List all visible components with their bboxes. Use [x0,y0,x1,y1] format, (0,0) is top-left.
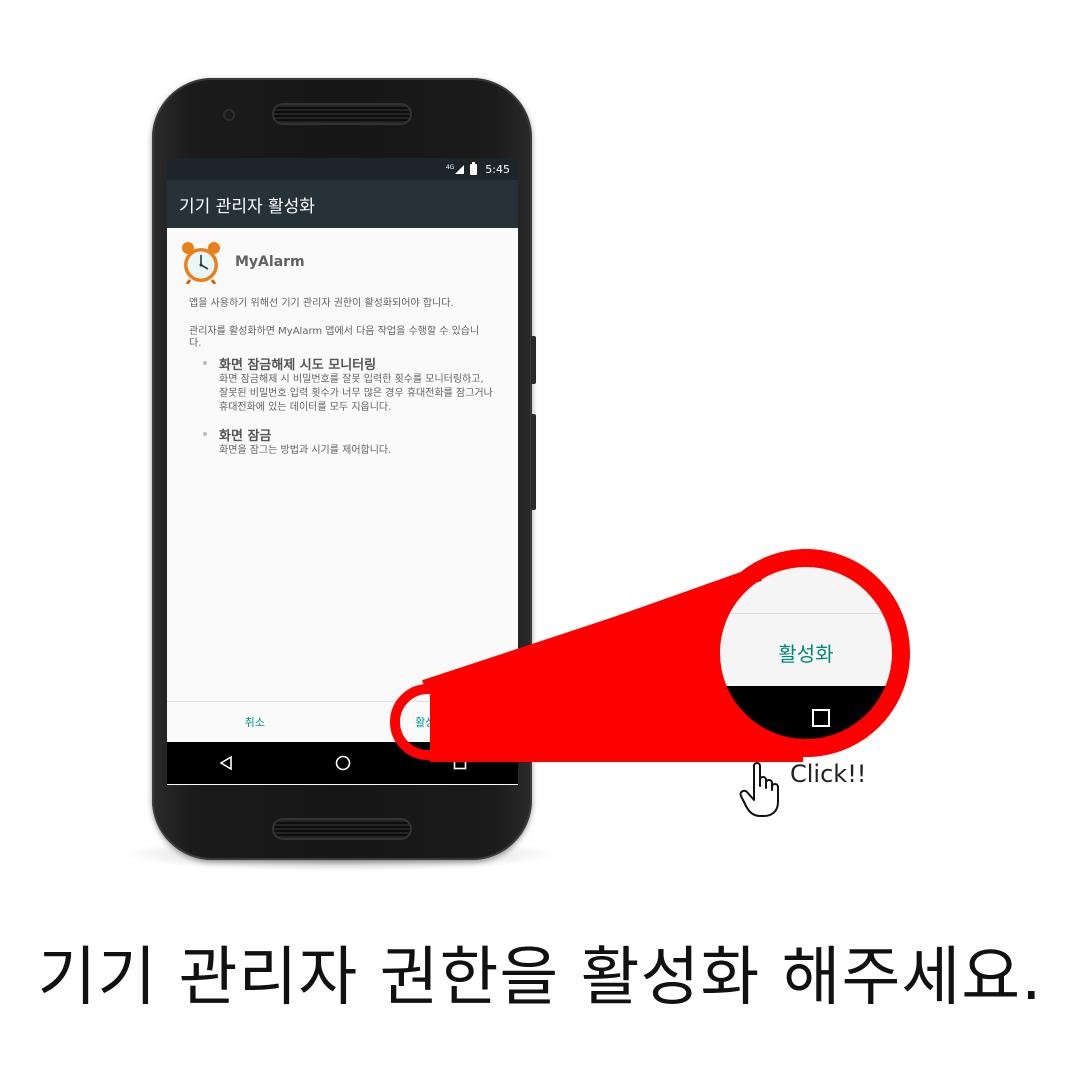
highlight-rings [390,549,910,760]
click-annotation: Click!! [790,760,867,788]
activate-highlight-ring [390,684,466,760]
pointer-hand-icon [739,762,779,817]
zoom-ring [702,549,910,757]
instruction-caption: 기기 관리자 권한을 활성화 해주세요. [37,941,1043,1015]
